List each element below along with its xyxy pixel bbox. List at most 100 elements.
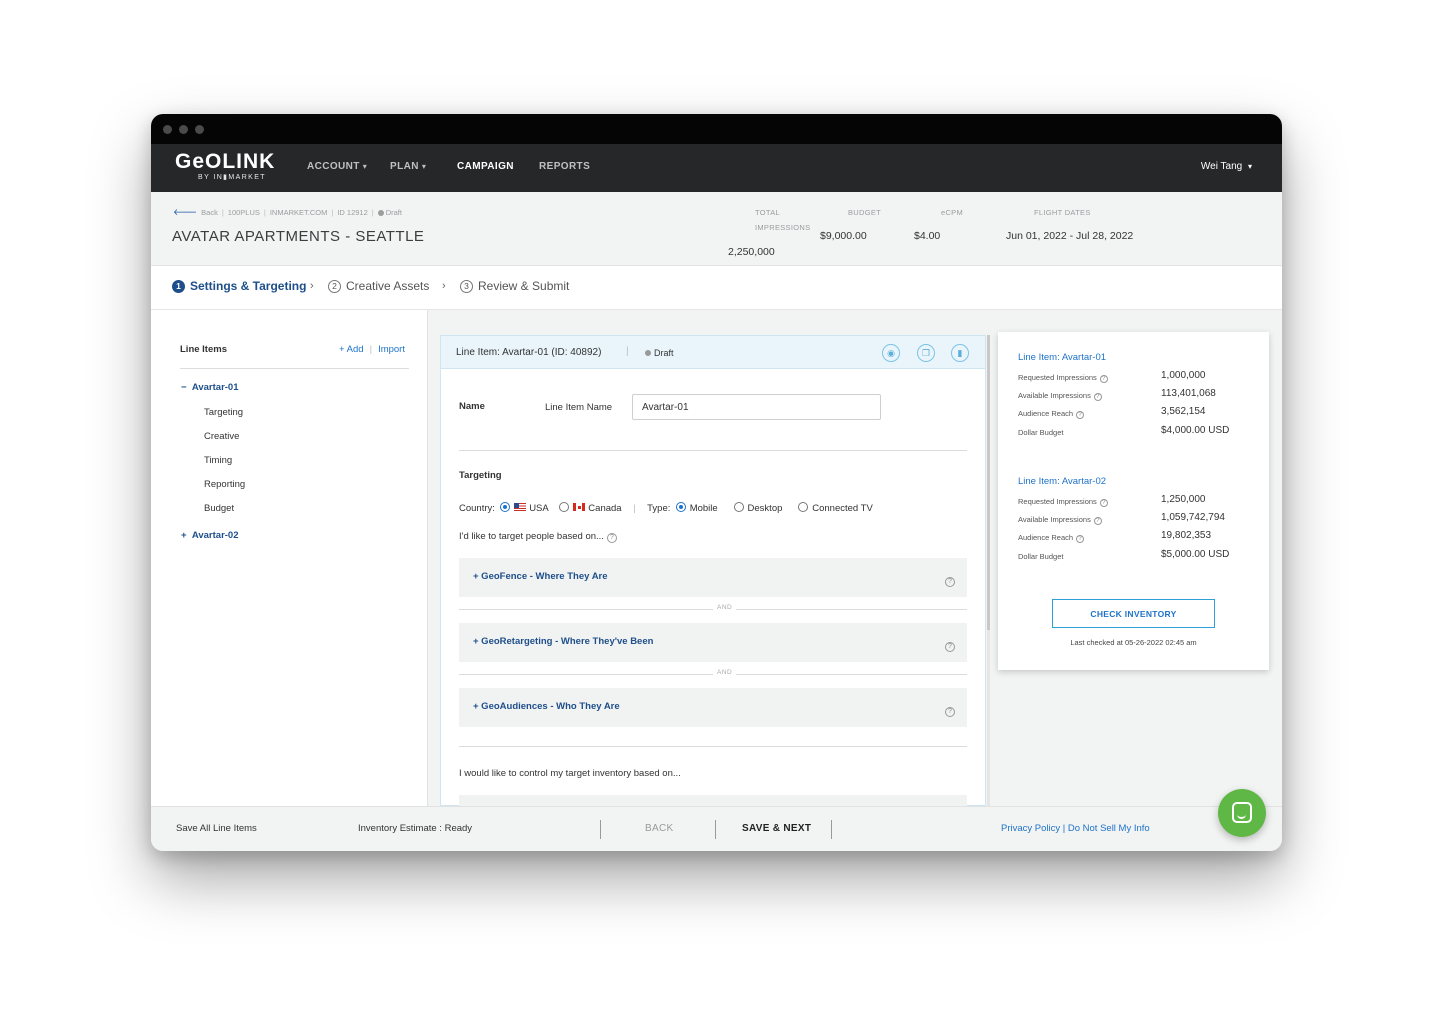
breadcrumb-separator: | <box>371 208 374 217</box>
geolink-logo[interactable]: GeOLINK BY IN▮MARKET <box>175 151 275 183</box>
geoaudiences-accordion-label: + GeoAudiences - Who They Are <box>473 701 620 712</box>
question-circle-icon[interactable]: ? <box>945 577 955 587</box>
question-circle-icon[interactable]: ? <box>606 533 617 543</box>
line-item-name-input[interactable] <box>632 394 881 420</box>
breadcrumb-advertiser[interactable]: INMARKET.COM <box>270 208 328 217</box>
country-usa-radio[interactable] <box>500 502 511 512</box>
label-text: Audience Reach <box>1018 533 1074 542</box>
check-inventory-button[interactable]: CHECK INVENTORY <box>1052 599 1215 628</box>
preview-icon[interactable]: ◉ <box>882 344 900 362</box>
last-checked-text: Last checked at 05-26-2022 02:45 am <box>1070 638 1197 647</box>
sidebar-item-avartar-02[interactable]: + Avartar-02 <box>181 530 239 541</box>
step-number: 1 <box>172 280 185 293</box>
breadcrumb-id: ID 12912 <box>337 208 368 217</box>
expand-icon[interactable]: + <box>181 530 187 541</box>
ecpm-value: $4.00 <box>914 230 941 242</box>
app-window: GeOLINK BY IN▮MARKET ACCOUNT ▾ PLAN ▾ CAMP… <box>151 114 1282 851</box>
chevron-right-icon: › <box>310 280 314 292</box>
do-not-sell-link[interactable]: Do Not Sell My Info <box>1068 823 1150 834</box>
breadcrumb-separator: | <box>221 208 224 217</box>
step-label: Settings & Targeting <box>190 279 307 293</box>
add-line-item-link[interactable]: + Add <box>339 344 364 355</box>
geoaudiences-accordion[interactable]: + GeoAudiences - Who They Are ? <box>459 688 967 727</box>
scrollbar-thumb[interactable] <box>987 335 990 630</box>
audience-reach-value: 19,802,353 <box>1161 530 1212 541</box>
question-circle-icon[interactable]: ? <box>1099 499 1108 507</box>
sidebar-sub-budget[interactable]: Budget <box>204 503 234 514</box>
user-menu[interactable]: Wei Tang ▾ <box>1201 161 1252 172</box>
sidebar-sub-timing[interactable]: Timing <box>204 455 232 466</box>
and-divider: AND <box>459 604 967 611</box>
label-text: Available Impressions <box>1018 515 1091 524</box>
nav-campaign[interactable]: CAMPAIGN <box>457 161 514 172</box>
step-creative-assets[interactable]: 2 Creative Assets <box>328 279 429 293</box>
question-circle-icon[interactable]: ? <box>1093 517 1102 525</box>
breadcrumb-back[interactable]: Back <box>201 208 218 217</box>
chat-launcher-button[interactable] <box>1218 789 1266 837</box>
window-close-dot[interactable] <box>163 125 172 134</box>
option-separator: | <box>633 503 636 514</box>
label-text: Requested Impressions <box>1018 497 1097 506</box>
breadcrumb-account[interactable]: 100PLUS <box>228 208 260 217</box>
privacy-policy-link[interactable]: Privacy Policy <box>1001 823 1060 834</box>
window-zoom-dot[interactable] <box>195 125 204 134</box>
question-circle-icon[interactable]: ? <box>945 642 955 652</box>
step-settings-targeting[interactable]: 1 Settings & Targeting <box>172 279 306 293</box>
target-prompt-text: I'd like to target people based on... <box>459 531 604 542</box>
save-next-button[interactable]: SAVE & NEXT <box>742 823 811 834</box>
georetargeting-accordion-label: + GeoRetargeting - Where They've Been <box>473 636 654 647</box>
back-button[interactable]: BACK <box>645 823 673 834</box>
step-label: Review & Submit <box>478 279 570 293</box>
available-impressions-value: 1,059,742,794 <box>1161 512 1225 523</box>
geofence-accordion[interactable]: + GeoFence - Where They Are ? <box>459 558 967 597</box>
chat-icon <box>1232 802 1252 823</box>
campaign-header: 🡐 Back | 100PLUS | INMARKET.COM | ID 12912 | Draf… <box>151 192 1282 266</box>
sidebar-sub-creative[interactable]: Creative <box>204 431 239 442</box>
breadcrumb-separator: | <box>263 208 266 217</box>
trash-icon[interactable]: ▮ <box>951 344 969 362</box>
save-all-line-items-button[interactable]: Save All Line Items <box>176 823 257 834</box>
country-canada-radio[interactable] <box>559 502 570 512</box>
georetargeting-accordion[interactable]: + GeoRetargeting - Where They've Been ? <box>459 623 967 662</box>
nav-plan-label: PLAN <box>390 161 419 172</box>
dollar-budget-value: $4,000.00 USD <box>1161 425 1230 436</box>
step-review-submit[interactable]: 3 Review & Submit <box>460 279 569 293</box>
copy-icon[interactable]: ❐ <box>917 344 935 362</box>
step-number: 2 <box>328 280 341 293</box>
inventory-estimate-status: Inventory Estimate : Ready <box>358 823 473 834</box>
arrow-left-icon[interactable]: 🡐 <box>173 207 197 217</box>
sidebar-sub-reporting[interactable]: Reporting <box>204 479 245 490</box>
nav-plan[interactable]: PLAN ▾ <box>390 161 426 172</box>
import-link[interactable]: Import <box>378 344 405 355</box>
wizard-steps: 1 Settings & Targeting › 2 Creative Assets… <box>151 266 1282 310</box>
type-connected-tv-radio[interactable] <box>798 502 809 512</box>
question-circle-icon[interactable]: ? <box>945 707 955 717</box>
country-usa-label: USA <box>529 503 549 514</box>
window-minimize-dot[interactable] <box>179 125 188 134</box>
question-circle-icon[interactable]: ? <box>1076 535 1085 543</box>
form-scrollbar[interactable] <box>987 335 990 806</box>
sidebar-item-label: Avartar-02 <box>191 530 239 541</box>
dollar-budget-label: Dollar Budget <box>1018 428 1064 437</box>
type-desktop-radio[interactable] <box>733 502 744 512</box>
breadcrumb-status: Draft <box>385 208 402 217</box>
nav-account[interactable]: ACCOUNT ▾ <box>307 161 367 172</box>
nav-reports[interactable]: REPORTS <box>539 161 590 172</box>
us-flag-icon <box>514 503 527 511</box>
section-divider <box>459 450 967 451</box>
footer-divider <box>600 820 601 839</box>
question-circle-icon[interactable]: ? <box>1099 375 1108 383</box>
budget-label: BUDGET <box>848 208 882 217</box>
available-impressions-label: Available Impressions? <box>1018 515 1102 525</box>
line-item-name-label: Line Item Name <box>545 402 613 413</box>
sidebar-item-avartar-01[interactable]: − Avartar-01 <box>181 382 239 393</box>
label-text: Requested Impressions <box>1018 373 1097 382</box>
question-circle-icon[interactable]: ? <box>1093 393 1102 401</box>
budget-value: $9,000.00 <box>820 230 867 242</box>
label-text: Available Impressions <box>1018 391 1091 400</box>
logo-wordmark: GeOLINK <box>175 150 276 173</box>
question-circle-icon[interactable]: ? <box>1076 411 1085 419</box>
collapse-icon[interactable]: − <box>181 382 187 393</box>
type-mobile-radio[interactable] <box>675 502 686 512</box>
sidebar-sub-targeting[interactable]: Targeting <box>204 407 243 418</box>
